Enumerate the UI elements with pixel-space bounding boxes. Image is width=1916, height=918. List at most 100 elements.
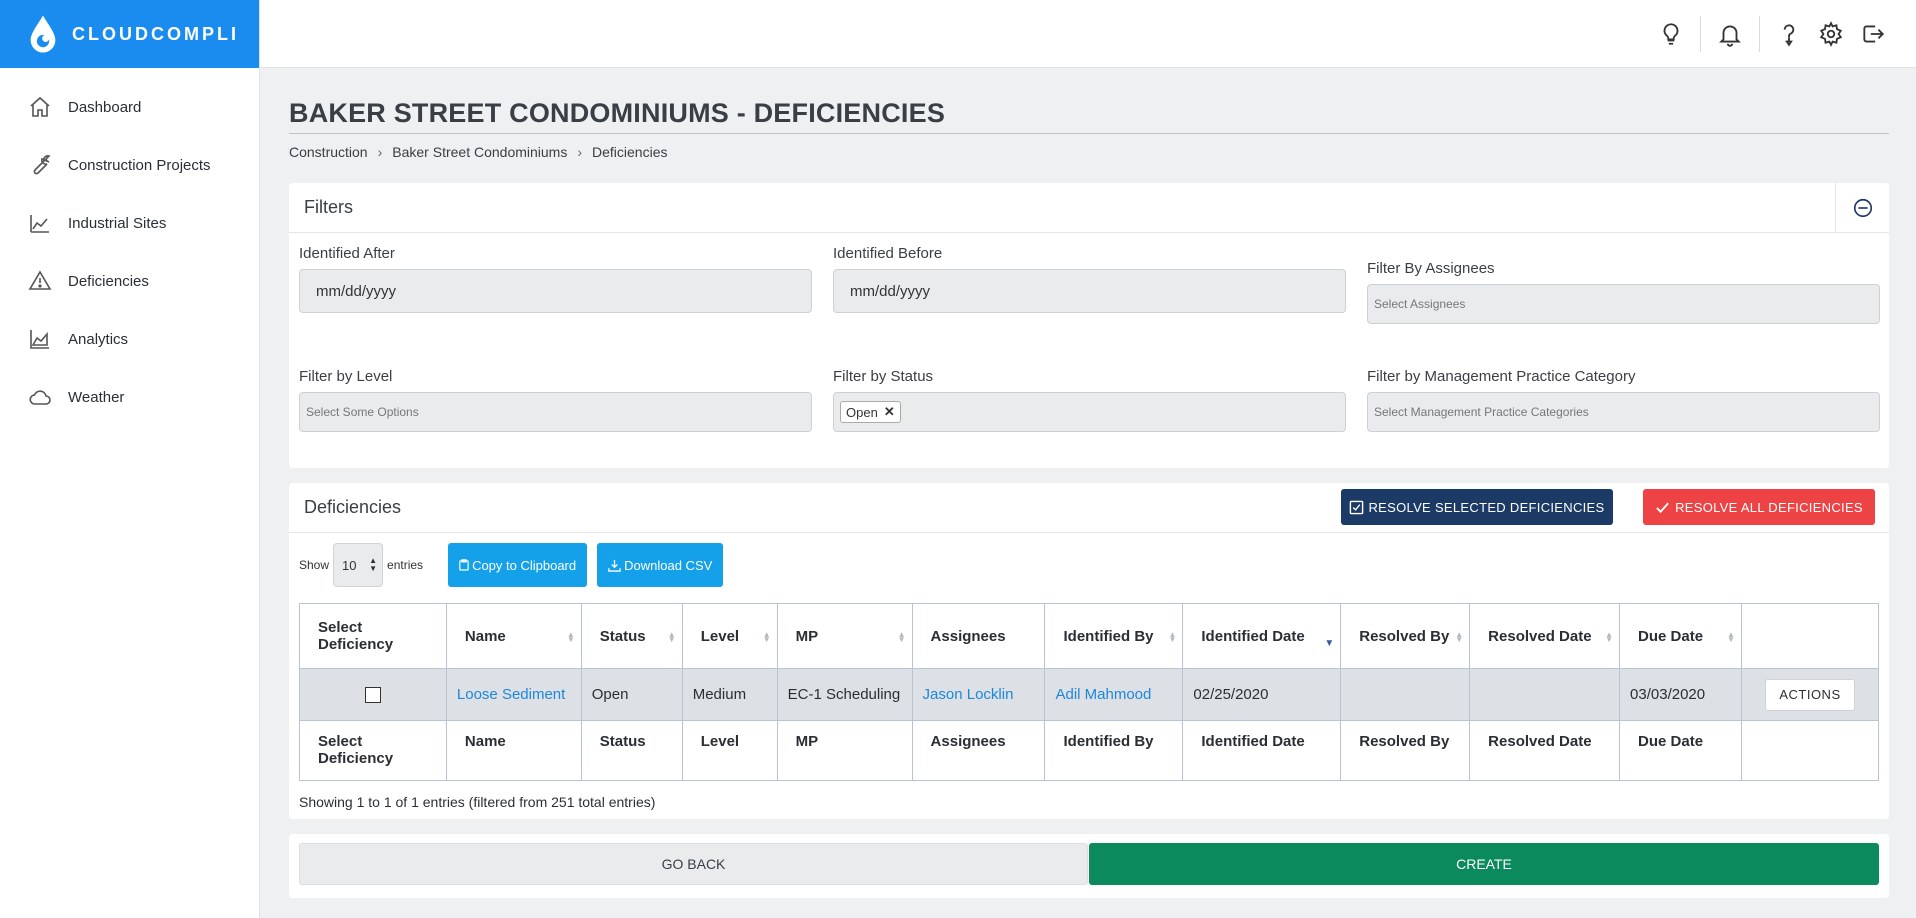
assignees-placeholder: Select Assignees [1374,297,1466,311]
foot-due-date: Due Date [1619,720,1742,781]
header-label: Assignees [930,627,1006,645]
col-level[interactable]: Level ▲ ▼ [681,603,778,669]
resolve-all-button[interactable]: RESOLVE ALL DEFICIENCIES [1643,489,1875,525]
identified-date-cell: 02/25/2020 [1182,668,1342,721]
sidebar-item-deficiencies[interactable]: Deficiencies [0,252,259,310]
form-actions: GO BACK CREATE [289,834,1889,898]
status-chip-label: Open [846,404,878,420]
checkbox-checked-icon [1350,500,1364,514]
download-csv-button[interactable]: Download CSV [597,543,724,587]
foot-select-deficiency: Select Deficiency [299,720,447,781]
deficiencies-header: Deficiencies RESOLVE SELECTED DEFICIENCI… [289,483,1889,533]
foot-assignees: Assignees [911,720,1046,781]
header-divider [1700,16,1701,52]
download-icon [608,559,621,572]
identified-after-input[interactable] [299,269,812,313]
sidebar-item-analytics[interactable]: Analytics [0,310,259,368]
col-name[interactable]: Name ▲ ▼ [445,603,582,669]
col-status[interactable]: Status ▲ ▼ [580,603,683,669]
table-header-row: Select Deficiency Name ▲ ▼ Status ▲ ▼ Level ▲… [299,603,1880,669]
sort-icon: ▲ ▼ [1727,630,1735,644]
identified-by-cell: Adil Mahmood [1044,668,1184,721]
foot-mp: MP [776,720,913,781]
sidebar-item-dashboard[interactable]: Dashboard [0,78,259,136]
header-label: Name [464,627,506,645]
identified-before-field: Identified Before [833,245,1346,313]
csv-label: Download CSV [624,557,713,573]
sidebar-item-label: Dashboard [68,98,142,116]
brand-header[interactable]: CLOUDCOMPLI [0,0,259,68]
entries-label: entries [387,558,424,572]
resolved-by-cell [1340,668,1471,721]
due-date-cell: 03/03/2020 [1619,668,1742,721]
resolved-date-cell [1469,668,1621,721]
col-identified-date[interactable]: Identified Date ▼ [1182,603,1342,669]
col-identified-by[interactable]: Identified By ▲ ▼ [1044,603,1184,669]
header-divider [1759,16,1760,52]
top-header [260,0,1916,68]
sidebar-item-label: Weather [68,388,125,406]
resolve-selected-button[interactable]: RESOLVE SELECTED DEFICIENCIES [1341,489,1613,525]
identified-before-input[interactable] [833,269,1346,313]
col-due-date[interactable]: Due Date ▲ ▼ [1619,603,1742,669]
level-placeholder: Select Some Options [306,405,419,419]
clipboard-icon [459,559,469,571]
foot-status: Status [580,720,683,781]
col-mp[interactable]: MP ▲ ▼ [776,603,913,669]
sidebar-item-construction-projects[interactable]: Construction Projects [0,136,259,194]
help-icon[interactable] [1774,19,1804,49]
sort-icon: ▲ ▼ [897,630,906,644]
breadcrumb: Construction › Baker Street Condominiums… [289,144,1889,160]
header-label: Identified Date [1201,627,1305,645]
cloud-icon [29,390,51,405]
sort-icon: ▲ ▼ [1455,630,1464,644]
assignees-select[interactable]: Select Assignees [1367,284,1880,324]
logout-icon[interactable] [1858,19,1888,49]
identified-before-label: Identified Before [833,245,943,262]
table-row: Loose Sediment Open Medium EC-1 Scheduli… [299,668,1880,721]
assignees-filter-label: Filter By Assignees [1367,260,1495,277]
level-filter-field: Filter by Level Select Some Options [299,368,812,432]
remove-chip-icon[interactable]: ✕ [884,404,895,420]
header-icons [1656,14,1888,54]
foot-identified-by: Identified By [1044,720,1184,781]
breadcrumb-separator: › [577,144,583,160]
col-resolved-by[interactable]: Resolved By ▲ ▼ [1340,603,1471,669]
wrench-icon [33,155,51,175]
sidebar-item-weather[interactable]: Weather [0,368,259,426]
col-resolved-date[interactable]: Resolved Date ▲ ▼ [1469,603,1621,669]
level-filter-label: Filter by Level [299,368,393,385]
deficiencies-table: Select Deficiency Name ▲ ▼ Status ▲ ▼ Level ▲… [299,603,1880,781]
copy-to-clipboard-button[interactable]: Copy to Clipboard [448,543,588,587]
deficiency-name-link[interactable]: Loose Sediment [457,686,565,703]
status-filter-label: Filter by Status [833,368,934,385]
go-back-button[interactable]: GO BACK [299,843,1088,885]
mp-category-select[interactable]: Select Management Practice Categories [1367,392,1880,432]
foot-resolved-by: Resolved By [1340,720,1471,781]
status-filter-field: Filter by Status Open ✕ [833,368,1346,432]
row-checkbox[interactable] [364,686,381,703]
page-length-value: 10 [342,557,357,573]
bell-icon[interactable] [1715,19,1745,49]
status-select[interactable]: Open ✕ [833,392,1346,432]
brand-name: CLOUDCOMPLI [72,23,239,44]
assignee-link[interactable]: Jason Locklin [923,686,1014,703]
lightbulb-icon[interactable] [1656,19,1686,49]
create-button[interactable]: CREATE [1089,843,1879,885]
breadcrumb-construction[interactable]: Construction [289,144,368,160]
sidebar-nav: Dashboard Construction Projects Industri… [0,68,259,426]
identified-by-link[interactable]: Adil Mahmood [1055,686,1151,703]
gear-icon[interactable] [1816,19,1846,49]
breadcrumb-project[interactable]: Baker Street Condominiums [392,144,567,160]
page-length-select[interactable]: 10 ▲ ▼ [333,543,384,587]
header-label: Status [599,627,646,645]
level-select[interactable]: Select Some Options [299,392,812,432]
status-cell: Open [580,668,683,721]
mp-category-filter-field: Filter by Management Practice Category S… [1367,368,1880,432]
actions-button[interactable]: ACTIONS [1764,678,1855,711]
sidebar-item-industrial-sites[interactable]: Industrial Sites [0,194,259,252]
minus-circle-icon [1853,198,1872,218]
level-cell: Medium [681,668,778,721]
collapse-button[interactable] [1835,183,1889,233]
deficiencies-card: Deficiencies RESOLVE SELECTED DEFICIENCI… [289,483,1889,819]
